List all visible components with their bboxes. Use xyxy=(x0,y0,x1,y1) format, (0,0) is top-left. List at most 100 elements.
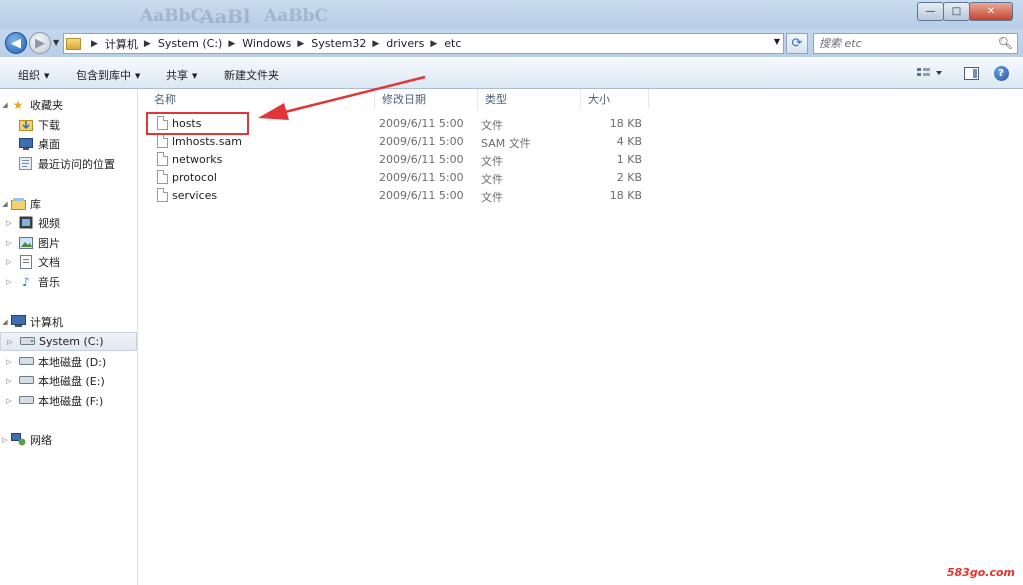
file-name[interactable]: services xyxy=(172,189,217,202)
file-row[interactable]: networks 2009/6/11 5:00 文件 1 KB xyxy=(149,151,654,169)
file-name[interactable]: lmhosts.sam xyxy=(172,135,242,148)
file-type: SAM 文件 xyxy=(481,137,531,150)
nav-item-drive-c[interactable]: ▷ System (C:) xyxy=(0,332,137,351)
file-size: 18 KB xyxy=(609,189,642,202)
collapsed-arrow-icon[interactable]: ▷ xyxy=(4,219,14,227)
back-button[interactable]: ◀ xyxy=(5,32,27,54)
breadcrumb-item[interactable]: ▶ System (C:) xyxy=(138,37,222,50)
minimize-button[interactable]: — xyxy=(917,2,944,21)
desktop-icon xyxy=(18,137,34,151)
recent-pages-dropdown[interactable]: ▼ xyxy=(53,38,59,47)
file-modified: 2009/6/11 5:00 xyxy=(379,189,464,202)
nav-item-videos[interactable]: ▷ 视频 xyxy=(0,213,137,232)
file-size: 1 KB xyxy=(616,153,642,166)
address-dropdown[interactable]: ▼ xyxy=(774,37,780,46)
address-bar[interactable]: ▶ 计算机 ▶ System (C:) ▶ Windows ▶ System32 ▶ dr… xyxy=(63,33,784,54)
downloads-folder-icon xyxy=(18,118,34,132)
column-header-modified[interactable]: 修改日期 xyxy=(375,89,478,109)
breadcrumb-item[interactable]: ▶ etc xyxy=(424,37,461,50)
nav-item-documents[interactable]: ▷ 文档 xyxy=(0,252,137,271)
nav-item-desktop[interactable]: 桌面 xyxy=(0,134,137,153)
column-header-size[interactable]: 大小 xyxy=(581,89,649,109)
expand-arrow-icon[interactable]: ◢ xyxy=(0,318,10,326)
search-icon[interactable]: 🔍︎ xyxy=(998,36,1013,50)
chevron-right-icon[interactable]: ▶ xyxy=(91,39,98,49)
nav-favorites[interactable]: ◢ ★ 收藏夹 xyxy=(0,95,137,114)
network-icon xyxy=(10,433,26,447)
file-row[interactable]: services 2009/6/11 5:00 文件 18 KB xyxy=(149,187,654,205)
collapsed-arrow-icon[interactable]: ▷ xyxy=(4,258,14,266)
star-icon: ★ xyxy=(12,97,24,112)
breadcrumb-item[interactable]: ▶ 计算机 xyxy=(85,36,138,52)
chevron-right-icon[interactable]: ▶ xyxy=(297,39,304,49)
arrow-left-icon: ◀ xyxy=(11,35,21,51)
nav-item-music[interactable]: ▷ ♪ 音乐 xyxy=(0,272,137,291)
drive-icon xyxy=(18,394,34,408)
expand-arrow-icon[interactable]: ◢ xyxy=(0,200,10,208)
preview-pane-icon xyxy=(963,66,979,80)
file-row[interactable]: protocol 2009/6/11 5:00 文件 2 KB xyxy=(149,169,654,187)
document-icon xyxy=(18,254,34,269)
recent-places-icon xyxy=(18,157,34,171)
file-size: 2 KB xyxy=(616,171,642,184)
view-list-icon xyxy=(917,68,942,76)
file-modified: 2009/6/11 5:00 xyxy=(379,135,464,148)
collapsed-arrow-icon[interactable]: ▷ xyxy=(4,397,14,405)
expand-arrow-icon[interactable]: ◢ xyxy=(0,101,10,109)
dropdown-arrow-icon: ▼ xyxy=(135,72,141,80)
forward-button[interactable]: ▶ xyxy=(29,32,51,54)
navigation-pane: ◢ ★ 收藏夹 下载 桌面 最近访问的位置 ◢ 库 ▷ 视频 ▷ 图片 ▷ 文档… xyxy=(0,89,138,585)
breadcrumb-item[interactable]: ▶ drivers xyxy=(366,37,424,50)
close-button[interactable]: ✕ xyxy=(969,2,1013,21)
collapsed-arrow-icon[interactable]: ▷ xyxy=(4,239,14,247)
highlight-box xyxy=(146,112,249,135)
new-folder-button[interactable]: 新建文件夹 xyxy=(224,67,279,83)
collapsed-arrow-icon[interactable]: ▷ xyxy=(4,278,14,286)
collapsed-arrow-icon[interactable]: ▷ xyxy=(4,377,14,385)
file-size: 4 KB xyxy=(616,135,642,148)
preview-pane-button[interactable] xyxy=(962,65,980,81)
collapsed-arrow-icon[interactable]: ▷ xyxy=(5,338,15,346)
view-options-button[interactable] xyxy=(914,65,946,81)
nav-item-drive-e[interactable]: ▷ 本地磁盘 (E:) xyxy=(0,371,137,390)
column-header-type[interactable]: 类型 xyxy=(478,89,581,109)
arrow-right-icon: ▶ xyxy=(35,35,45,51)
nav-item-pictures[interactable]: ▷ 图片 xyxy=(0,233,137,252)
help-button[interactable]: ? xyxy=(992,65,1010,81)
computer-icon xyxy=(10,315,26,329)
collapsed-arrow-icon[interactable]: ▷ xyxy=(0,436,10,444)
file-name[interactable]: protocol xyxy=(172,171,217,184)
column-header-name[interactable]: 名称 xyxy=(147,89,375,109)
background-ghost-text: AaBl xyxy=(200,6,251,28)
include-in-library-menu[interactable]: 包含到库中 ▼ xyxy=(76,67,140,83)
search-box[interactable]: 🔍︎ xyxy=(813,33,1018,54)
refresh-icon: ⟳ xyxy=(791,36,803,51)
file-row[interactable]: lmhosts.sam 2009/6/11 5:00 SAM 文件 4 KB xyxy=(149,133,654,151)
nav-item-drive-d[interactable]: ▷ 本地磁盘 (D:) xyxy=(0,352,137,371)
video-icon xyxy=(18,216,34,230)
search-input[interactable] xyxy=(814,34,994,53)
chevron-right-icon[interactable]: ▶ xyxy=(430,39,437,49)
collapsed-arrow-icon[interactable]: ▷ xyxy=(4,358,14,366)
maximize-button[interactable]: □ xyxy=(943,2,970,21)
share-menu[interactable]: 共享 ▼ xyxy=(166,67,197,83)
library-icon xyxy=(10,197,26,211)
chevron-right-icon[interactable]: ▶ xyxy=(144,39,151,49)
chevron-right-icon[interactable]: ▶ xyxy=(372,39,379,49)
refresh-button[interactable]: ⟳ xyxy=(786,33,808,54)
file-icon xyxy=(157,152,168,166)
command-bar: 组织 ▼ 包含到库中 ▼ 共享 ▼ 新建文件夹 ? xyxy=(0,57,1023,89)
nav-item-drive-f[interactable]: ▷ 本地磁盘 (F:) xyxy=(0,391,137,410)
nav-network[interactable]: ▷ 网络 xyxy=(0,430,137,449)
dropdown-arrow-icon: ▼ xyxy=(192,72,198,80)
nav-libraries[interactable]: ◢ 库 xyxy=(0,194,137,213)
nav-computer[interactable]: ◢ 计算机 xyxy=(0,312,137,331)
breadcrumb-item[interactable]: ▶ Windows xyxy=(222,37,291,50)
organize-menu[interactable]: 组织 ▼ xyxy=(18,67,49,83)
nav-item-recent-places[interactable]: 最近访问的位置 xyxy=(0,154,137,173)
address-row: ◀ ▶ ▼ ▶ 计算机 ▶ System (C:) ▶ Windows ▶ System… xyxy=(0,29,1023,57)
chevron-right-icon[interactable]: ▶ xyxy=(228,39,235,49)
breadcrumb-item[interactable]: ▶ System32 xyxy=(291,37,366,50)
nav-item-downloads[interactable]: 下载 xyxy=(0,115,137,134)
file-name[interactable]: networks xyxy=(172,153,222,166)
